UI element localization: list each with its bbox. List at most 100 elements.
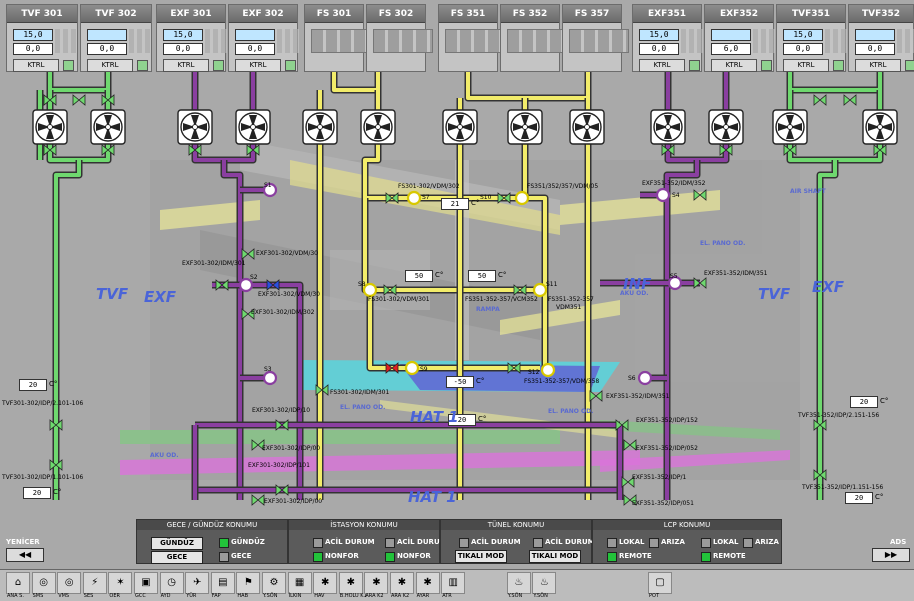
tunnel-emergency-label-2: ACİL DURUM [545, 538, 595, 546]
lcp-local-led-1 [607, 538, 617, 548]
fan-icon[interactable] [90, 109, 126, 145]
taskbar-button-icon[interactable]: ✱ [338, 572, 363, 594]
fan-icon[interactable] [235, 109, 271, 145]
fan-icon[interactable] [708, 109, 744, 145]
tunnel-panel: TÜNEL KONUMU ACİL DURUM TIKALI MOD ACİL … [440, 519, 595, 564]
temperature-value: 21 [441, 198, 469, 210]
fan-icon[interactable] [302, 109, 338, 145]
taskbar-button-icon[interactable]: ◷ [159, 572, 184, 594]
station-nonfor-led-1 [313, 552, 323, 562]
taskbar-button-icon[interactable]: ◎ [31, 572, 56, 594]
equipment-tag: FS351-352-357/VDM/358 [524, 378, 600, 385]
equipment-tag: EXF351-352/IDM/351 [704, 270, 768, 277]
sensor-node-icon[interactable] [532, 282, 548, 298]
taskbar-button-icon[interactable]: ⚡ [82, 572, 107, 594]
fan-icon[interactable] [772, 109, 808, 145]
tunnel-blocked-mode-button-2[interactable]: TIKALI MOD [529, 550, 581, 563]
day-button[interactable]: GÜNDÜZ [151, 537, 203, 550]
damper-icon[interactable] [72, 94, 86, 106]
next-station-button[interactable]: ▶▶ [872, 548, 910, 562]
map-area-label: EXF [144, 288, 177, 306]
fan-icon[interactable] [177, 109, 213, 145]
taskbar-button-icon[interactable]: ⚑ [236, 572, 261, 594]
taskbar-button-icon[interactable]: ⚙ [262, 572, 286, 594]
fan-icon[interactable] [862, 109, 898, 145]
map-area-label: AKU OD. [620, 290, 649, 297]
taskbar-button-icon[interactable]: ✈ [185, 572, 210, 594]
taskbar-button-icon[interactable]: ⌂ [6, 572, 30, 594]
day-night-panel: GECE / GÜNDÜZ KONUMU GÜNDÜZ GECE GÜNDÜZ … [136, 519, 288, 564]
fan-icon[interactable] [507, 109, 543, 145]
taskbar-button-icon[interactable]: ▤ [210, 572, 235, 594]
taskbar-button-icon[interactable]: ✱ [390, 572, 414, 594]
equipment-tag: FS301-302/VDM/301 [368, 296, 430, 303]
sensor-node-icon[interactable] [404, 360, 420, 376]
lcp-panel: LCP KONUMU LOKAL ARIZA REMOTE LOKAL ARIZ… [592, 519, 782, 564]
equipment-tag: FS301-302/IDM/301 [330, 389, 390, 396]
fan-icon[interactable] [360, 109, 396, 145]
prev-station-label: YENİCER [6, 538, 40, 546]
map-area-label: EL. PANO OD. [700, 240, 746, 247]
equipment-tag: EXF351-352/IDP/152 [636, 417, 698, 424]
sensor-node-icon[interactable] [655, 187, 671, 203]
damper-icon[interactable] [251, 494, 265, 506]
night-button[interactable]: GECE [151, 551, 203, 564]
equipment-tag: EXF301-302/IDP/101 [248, 462, 310, 469]
taskbar-button-icon[interactable]: ✶ [108, 572, 133, 594]
tunnel-emergency-label-1: ACİL DURUM [471, 538, 521, 546]
equipment-tag: EXF351-352/IDM/352 [642, 180, 706, 187]
taskbar-button-icon[interactable]: ◎ [57, 572, 82, 594]
tvf-right-duct-top-outline [786, 72, 884, 94]
damper-icon[interactable] [843, 94, 857, 106]
taskbar-label: AYAR [416, 593, 430, 599]
equipment-tag: S6 [628, 375, 636, 382]
temperature-value: 20 [19, 379, 47, 391]
equipment-tag: TVF351-352/IDP/2.151-156 [798, 412, 880, 419]
lcp-local-label-2: LOKAL [713, 538, 739, 546]
equipment-tag: EXF301-302/IDP/10 [252, 407, 311, 414]
sensor-node-icon[interactable] [637, 370, 653, 386]
station-nonfor-led-2 [385, 552, 395, 562]
taskbar-label: VMS [58, 593, 70, 599]
taskbar-button-icon[interactable]: ▣ [134, 572, 158, 594]
equipment-tag: TVF301-302/IDP/1.101-106 [2, 474, 84, 481]
sensor-node-icon[interactable] [262, 370, 278, 386]
sensor-node-icon[interactable] [406, 190, 422, 206]
map-area-label: AIR SHAFT [790, 188, 826, 195]
fan-icon[interactable] [32, 109, 68, 145]
temperature-value: 50 [468, 270, 496, 282]
taskbar-button-icon[interactable]: ♨ [506, 572, 531, 594]
taskbar-button-icon[interactable]: ✱ [415, 572, 440, 594]
fan-icon[interactable] [650, 109, 686, 145]
taskbar-button-icon[interactable]: ▥ [441, 572, 466, 594]
map-area-label: EL. PANO OD. [548, 408, 594, 415]
station-nonfor-label-1: NONFOR [325, 552, 359, 560]
taskbar-button-icon[interactable]: ▦ [287, 572, 312, 594]
sensor-node-icon[interactable] [514, 190, 530, 206]
fan-icon[interactable] [442, 109, 478, 145]
fan-icon[interactable] [569, 109, 605, 145]
taskbar-button-icon[interactable]: ✱ [364, 572, 389, 594]
day-night-title: GECE / GÜNDÜZ KONUMU [137, 520, 287, 530]
equipment-tag: FS351-352-357 [548, 296, 594, 303]
equipment-tag: S12 [528, 369, 540, 376]
map-area-label: HAT 1 [408, 488, 457, 506]
equipment-tag: EXF351-352/IDP/051 [632, 500, 694, 507]
temperature-value: 20 [845, 492, 873, 504]
taskbar-button-icon[interactable]: ▢ [648, 572, 672, 594]
taskbar-button-icon[interactable]: ✱ [313, 572, 338, 594]
temperature-unit: C° [478, 415, 487, 423]
scada-diagram [32, 72, 898, 506]
tunnel-blocked-mode-button-1[interactable]: TIKALI MOD [455, 550, 507, 563]
damper-icon[interactable] [813, 94, 827, 106]
lcp-remote-led-2 [701, 552, 711, 562]
sensor-node-icon[interactable] [540, 362, 556, 378]
taskbar-label: POT [649, 593, 660, 599]
prev-station-button[interactable]: ◀◀ [6, 548, 44, 562]
equipment-tag: FS351/352/357/VDM/05 [527, 183, 599, 190]
equipment-tag: EXF301-302/IDP/00 [262, 445, 321, 452]
taskbar-button-icon[interactable]: ♨ [532, 572, 557, 594]
map-area-label: EXF [812, 278, 845, 296]
map-area-label: EL. PANO OD. [340, 404, 386, 411]
tvf-right-riser-outline [816, 160, 839, 500]
